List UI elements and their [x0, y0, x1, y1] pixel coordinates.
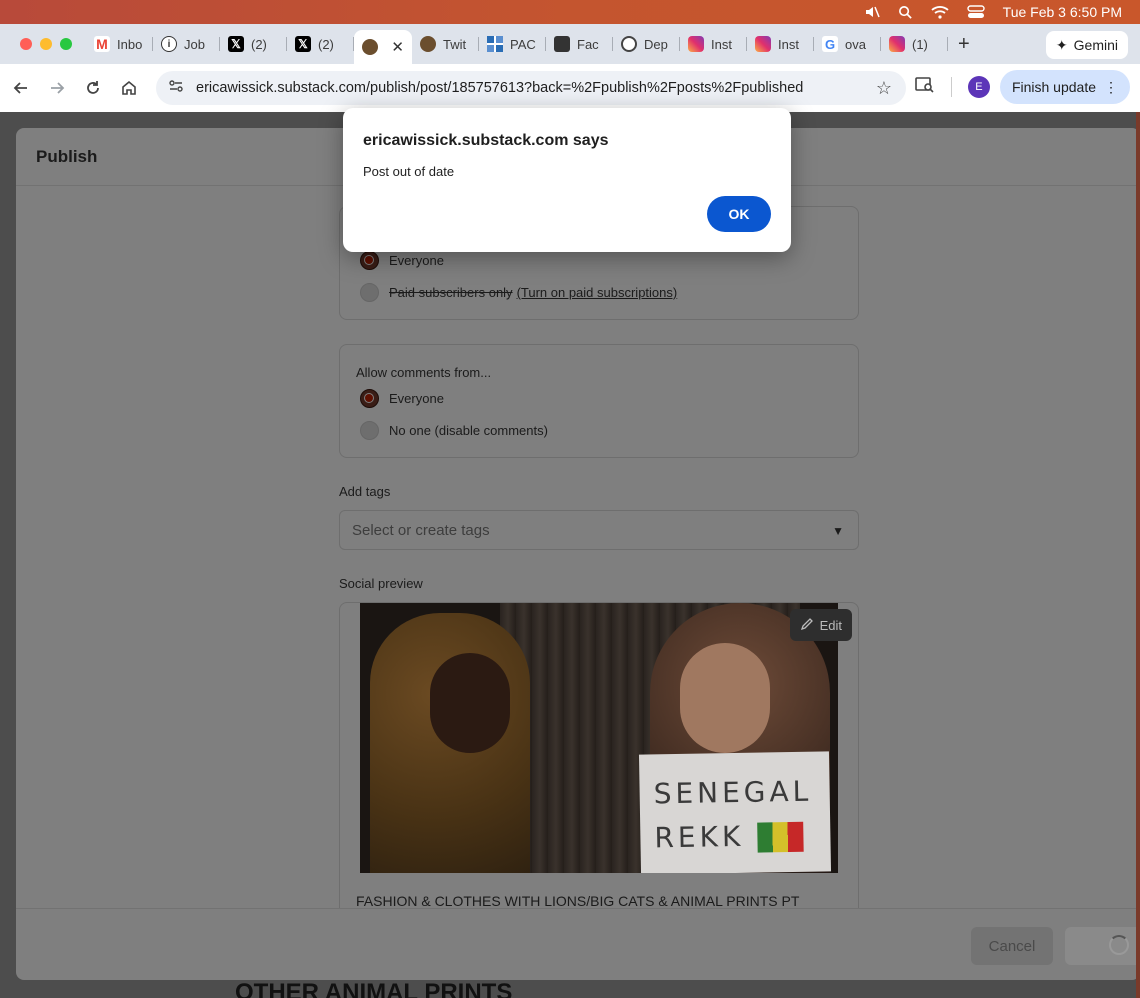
tab-x-1[interactable]: 𝕏 (2) [220, 28, 287, 60]
publish-modal-footer: Cancel [16, 908, 1140, 980]
alert-message: Post out of date [363, 164, 455, 179]
toolbar-divider [950, 77, 952, 97]
wifi-icon[interactable] [931, 5, 949, 19]
add-tags-label: Add tags [339, 484, 391, 499]
close-tab-icon[interactable]: ✕ [391, 38, 404, 56]
control-center-icon[interactable] [966, 5, 985, 19]
loading-spinner-icon [1109, 935, 1129, 955]
radio-checked-icon[interactable] [360, 251, 379, 270]
bookmark-star-icon[interactable]: ☆ [876, 78, 892, 99]
comments-everyone-option[interactable]: Everyone [360, 389, 444, 408]
caret-down-icon: ▼ [832, 524, 844, 538]
grid-icon [487, 36, 503, 52]
edit-preview-button[interactable]: Edit [789, 609, 852, 641]
sign-second-line: REKK [654, 813, 831, 860]
tab-x-2[interactable]: 𝕏 (2) [287, 28, 354, 60]
tab-active[interactable]: ✕ [354, 30, 412, 64]
comments-box: Allow comments from... Everyone No one (… [339, 344, 859, 458]
radio-unchecked-icon [360, 283, 379, 302]
info-icon: i [161, 36, 177, 52]
dep-icon [621, 36, 637, 52]
comments-none-option[interactable]: No one (disable comments) [360, 421, 548, 440]
turn-on-paid-link[interactable]: (Turn on paid subscriptions) [517, 285, 678, 300]
toolbar-right: E Finish update ⋮ [915, 70, 1130, 104]
menubar-datetime[interactable]: Tue Feb 3 6:50 PM [1003, 4, 1122, 20]
radio-unchecked-icon[interactable] [360, 421, 379, 440]
google-icon: G [822, 36, 838, 52]
tab-inst-3[interactable]: (1) [881, 28, 948, 60]
kebab-menu-icon: ⋮ [1104, 78, 1118, 95]
tab-gmail[interactable]: M Inbo [86, 28, 153, 60]
social-preview-card: SENEGAL REKK Edit FASHION & CLOTHES WITH… [339, 602, 859, 908]
finish-update-button[interactable]: Finish update ⋮ [999, 70, 1130, 104]
preview-post-title: FASHION & CLOTHES WITH LIONS/BIG CATS & … [356, 893, 800, 908]
face-right [680, 643, 770, 753]
tab-inst-1[interactable]: Inst [680, 28, 747, 60]
macos-menu-bar: Tue Feb 3 6:50 PM [0, 0, 1140, 24]
audience-everyone-option[interactable]: Everyone [360, 251, 444, 270]
gemini-button[interactable]: ✦ Gemini [1045, 31, 1128, 59]
profile-avatar[interactable]: E [967, 76, 990, 98]
tab-dep[interactable]: Dep [613, 28, 680, 60]
publish-modal: Publish Everyone Paid subscribers only (… [16, 128, 1140, 980]
browser-chrome: M Inbo i Job 𝕏 (2) 𝕏 (2) ✕ Twit PAC Fac … [0, 24, 1140, 112]
social-preview-image: SENEGAL REKK [360, 603, 838, 873]
instagram-icon [755, 36, 771, 52]
tab-google[interactable]: G ova [814, 28, 881, 60]
tab-inst-2[interactable]: Inst [747, 28, 814, 60]
mute-icon[interactable] [864, 4, 880, 20]
window-controls [20, 38, 72, 50]
reload-icon[interactable] [75, 70, 111, 106]
sparkle-icon: ✦ [1055, 36, 1068, 53]
back-arrow-icon[interactable] [3, 70, 39, 106]
close-window-button[interactable] [20, 38, 32, 50]
x-icon: 𝕏 [295, 36, 311, 52]
comments-title: Allow comments from... [356, 365, 492, 380]
forward-arrow-icon[interactable] [39, 70, 75, 106]
instagram-icon [889, 36, 905, 52]
publish-button[interactable] [1065, 927, 1140, 965]
ok-button[interactable]: OK [707, 196, 771, 232]
cancel-button[interactable]: Cancel [971, 927, 1053, 965]
home-icon[interactable] [111, 70, 147, 106]
handwritten-sign: SENEGAL REKK [638, 751, 832, 873]
minimize-window-button[interactable] [40, 38, 52, 50]
tab-search-icon[interactable] [915, 76, 935, 99]
senegal-flag-icon [756, 821, 804, 853]
tab-fac[interactable]: Fac [546, 28, 613, 60]
radio-checked-icon[interactable] [360, 389, 379, 408]
tags-select[interactable]: Select or create tags ▼ [339, 510, 859, 550]
post-heading-behind: OTHER ANIMAL PRINTS [235, 979, 513, 998]
url-text[interactable]: ericawissick.substack.com/publish/post/1… [196, 80, 803, 96]
address-bar[interactable]: ericawissick.substack.com/publish/post/1… [156, 71, 906, 105]
publish-modal-body: Everyone Paid subscribers only (Turn on … [16, 186, 1140, 908]
browser-toolbar: ericawissick.substack.com/publish/post/1… [0, 64, 1140, 112]
pencil-icon [800, 617, 814, 634]
new-tab-icon[interactable]: + [958, 33, 970, 56]
face-left [430, 653, 510, 753]
x-icon: 𝕏 [228, 36, 244, 52]
tab-pac[interactable]: PAC [479, 28, 546, 60]
audience-paid-option: Paid subscribers only (Turn on paid subs… [360, 283, 677, 302]
cat-icon [362, 39, 378, 55]
tab-job[interactable]: i Job [153, 28, 220, 60]
calendar-icon [554, 36, 570, 52]
search-icon[interactable] [898, 5, 913, 20]
alert-title: ericawissick.substack.com says [363, 132, 609, 149]
cat-icon [420, 36, 436, 52]
tab-twit[interactable]: Twit [412, 28, 479, 60]
instagram-icon [688, 36, 704, 52]
social-preview-label: Social preview [339, 576, 423, 591]
page-edge [1136, 112, 1140, 998]
browser-alert-dialog: ericawissick.substack.com says Post out … [343, 108, 791, 252]
zoom-window-button[interactable] [60, 38, 72, 50]
tab-strip: M Inbo i Job 𝕏 (2) 𝕏 (2) ✕ Twit PAC Fac … [0, 24, 1140, 64]
site-settings-icon[interactable] [168, 78, 184, 98]
gmail-icon: M [94, 36, 110, 52]
